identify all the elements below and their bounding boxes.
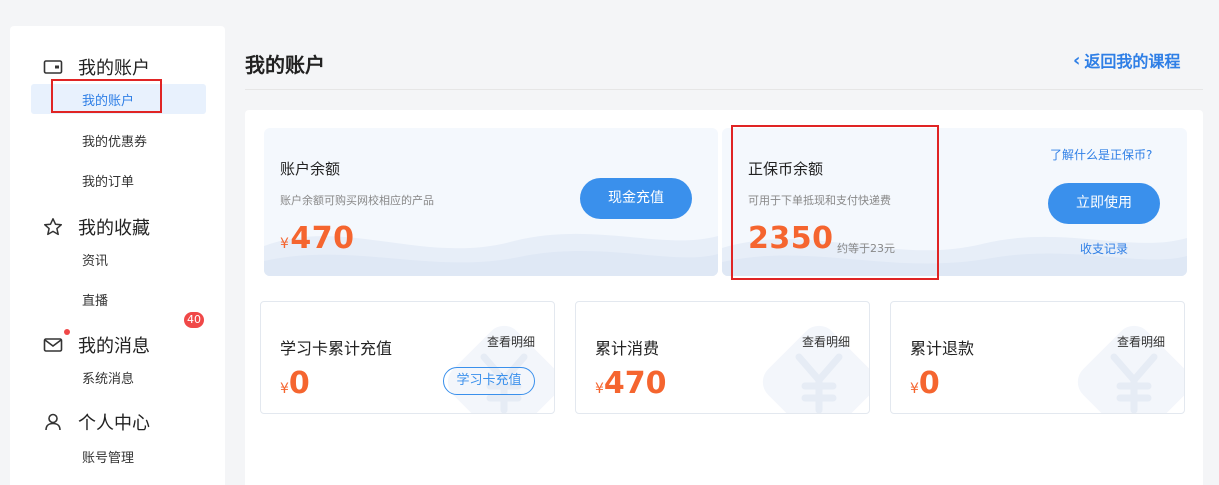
yen-watermark-icon — [1077, 325, 1184, 413]
mail-icon — [42, 329, 70, 356]
sidebar-group-favorites[interactable]: 我的收藏 — [42, 214, 150, 240]
sidebar-group-label: 我的账户 — [78, 58, 150, 79]
sidebar: 我的账户 我的账户 我的优惠券 我的订单 我的收藏 资讯 直播 我的消息 40 … — [10, 26, 225, 485]
unread-dot — [64, 329, 70, 335]
account-panel: 账户余额 账户余额可购买网校相应的产品 ¥470 现金充值 正保币余额 可用于下… — [245, 110, 1203, 485]
back-to-courses-link[interactable]: ‹ 返回我的课程 — [1073, 48, 1180, 72]
stat-title: 累计消费 — [595, 339, 660, 358]
header-divider — [245, 89, 1203, 90]
view-details-link[interactable]: 查看明细 — [1117, 333, 1165, 350]
sidebar-item-account-management[interactable]: 账号管理 — [82, 447, 134, 466]
yen-watermark-icon — [447, 325, 554, 413]
message-count-badge: 40 — [184, 312, 204, 328]
stat-title: 学习卡累计充值 — [280, 339, 393, 358]
sidebar-group-messages[interactable]: 我的消息 40 — [42, 312, 204, 358]
transaction-records-link[interactable]: 收支记录 — [1080, 240, 1128, 257]
what-is-coin-link[interactable]: 了解什么是正保币? — [1050, 146, 1152, 163]
use-now-button[interactable]: 立即使用 — [1048, 183, 1160, 224]
stat-title: 累计退款 — [910, 339, 975, 358]
balance-title: 账户余额 — [280, 160, 341, 178]
balance-card: 账户余额 账户余额可购买网校相应的产品 ¥470 现金充值 — [264, 128, 718, 276]
balance-value: 470 — [290, 221, 355, 256]
sidebar-group-profile[interactable]: 个人中心 — [42, 409, 150, 435]
yen-watermark-icon — [762, 325, 869, 413]
page-title: 我的账户 — [245, 53, 325, 77]
star-icon — [42, 216, 64, 238]
stat-value: ¥0 — [280, 366, 310, 401]
currency-symbol: ¥ — [280, 236, 290, 252]
sidebar-group-label: 我的消息 — [78, 336, 150, 357]
wallet-icon — [42, 56, 64, 78]
study-card-recharge-button[interactable]: 学习卡充值 — [443, 367, 535, 395]
sidebar-item-live[interactable]: 直播 — [82, 290, 108, 309]
study-card-recharge-stat: 学习卡累计充值 查看明细 ¥0 学习卡充值 — [260, 301, 555, 414]
chevron-left-icon: ‹ — [1073, 49, 1081, 71]
balance-amount: ¥470 — [280, 221, 355, 256]
sidebar-item-system-messages[interactable]: 系统消息 — [82, 368, 134, 387]
total-refund-stat: 累计退款 查看明细 ¥0 — [890, 301, 1185, 414]
back-link-label: 返回我的课程 — [1084, 52, 1181, 71]
user-icon — [42, 411, 64, 433]
view-details-link[interactable]: 查看明细 — [802, 333, 850, 350]
highlight-box — [51, 79, 162, 113]
highlight-box — [731, 125, 939, 280]
balance-description: 账户余额可购买网校相应的产品 — [280, 194, 434, 207]
stat-value: ¥0 — [910, 366, 940, 401]
cash-recharge-button[interactable]: 现金充值 — [580, 178, 692, 219]
total-spend-stat: 累计消费 查看明细 ¥470 — [575, 301, 870, 414]
sidebar-item-news[interactable]: 资讯 — [82, 250, 108, 269]
sidebar-group-label: 个人中心 — [78, 413, 150, 434]
sidebar-item-orders[interactable]: 我的订单 — [82, 171, 134, 190]
sidebar-group-account[interactable]: 我的账户 — [42, 54, 150, 80]
stat-value: ¥470 — [595, 366, 667, 401]
sidebar-group-label: 我的收藏 — [78, 218, 150, 239]
sidebar-item-coupons[interactable]: 我的优惠券 — [82, 131, 147, 150]
view-details-link[interactable]: 查看明细 — [487, 333, 535, 350]
